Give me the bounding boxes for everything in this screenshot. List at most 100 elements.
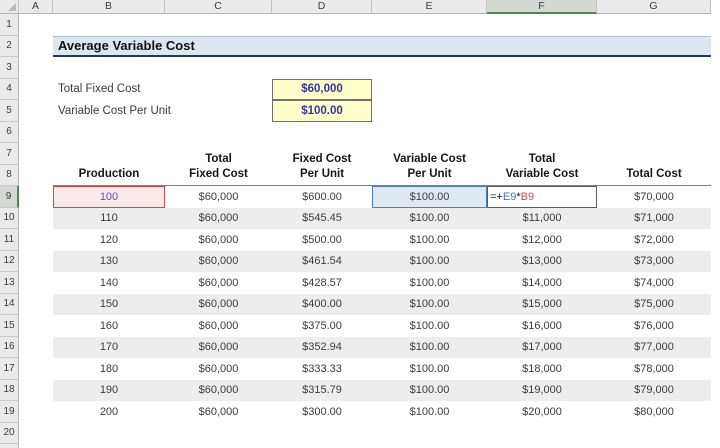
header-total-cost[interactable]: Total Cost xyxy=(597,143,711,185)
cell-C19[interactable]: $60,000 xyxy=(165,401,272,423)
cell-C16[interactable]: $60,000 xyxy=(165,337,272,359)
cell-C12[interactable]: $60,000 xyxy=(165,251,272,273)
cell-C11[interactable]: $60,000 xyxy=(165,229,272,251)
cell-d9[interactable]: $600.00 xyxy=(272,186,372,208)
row-header-5[interactable]: 5 xyxy=(0,100,19,122)
cell-F14[interactable]: $15,000 xyxy=(487,294,597,316)
cell-E13[interactable]: $100.00 xyxy=(372,272,487,294)
cell-E16[interactable]: $100.00 xyxy=(372,337,487,359)
variable-cost-input-cell[interactable]: $100.00 xyxy=(272,100,372,122)
cell-C18[interactable]: $60,000 xyxy=(165,380,272,402)
cell-F18[interactable]: $19,000 xyxy=(487,380,597,402)
cell-G16[interactable]: $77,000 xyxy=(597,337,711,359)
cell-B13[interactable]: 140 xyxy=(53,272,165,294)
cell-B14[interactable]: 150 xyxy=(53,294,165,316)
cell-D19[interactable]: $300.00 xyxy=(272,401,372,423)
column-header-c[interactable]: C xyxy=(165,0,272,14)
cell-G18[interactable]: $79,000 xyxy=(597,380,711,402)
cell-D17[interactable]: $333.33 xyxy=(272,358,372,380)
cell-B11[interactable]: 120 xyxy=(53,229,165,251)
row-header-13[interactable]: 13 xyxy=(0,272,19,294)
column-header-e[interactable]: E xyxy=(372,0,487,14)
cell-F10[interactable]: $11,000 xyxy=(487,208,597,230)
cell-G19[interactable]: $80,000 xyxy=(597,401,711,423)
row-header-20[interactable]: 20 xyxy=(0,422,19,444)
row-header-17[interactable]: 17 xyxy=(0,358,19,380)
row-header-9-selected[interactable]: 9 xyxy=(0,186,19,208)
cell-D13[interactable]: $428.57 xyxy=(272,272,372,294)
cell-G11[interactable]: $72,000 xyxy=(597,229,711,251)
cell-G15[interactable]: $76,000 xyxy=(597,315,711,337)
cell-G13[interactable]: $74,000 xyxy=(597,272,711,294)
row-header-11[interactable]: 11 xyxy=(0,229,19,251)
header-variable-cost-per-unit[interactable]: Variable Cost Per Unit xyxy=(372,143,487,185)
cell-g9[interactable]: $70,000 xyxy=(597,186,711,208)
row-header-15[interactable]: 15 xyxy=(0,315,19,337)
cell-D12[interactable]: $461.54 xyxy=(272,251,372,273)
cell-D18[interactable]: $315.79 xyxy=(272,380,372,402)
cell-F17[interactable]: $18,000 xyxy=(487,358,597,380)
row-header-12[interactable]: 12 xyxy=(0,250,19,272)
variable-cost-label-cell[interactable]: Variable Cost Per Unit xyxy=(58,100,258,122)
cell-F19[interactable]: $20,000 xyxy=(487,401,597,423)
cell-B17[interactable]: 180 xyxy=(53,358,165,380)
cell-D15[interactable]: $375.00 xyxy=(272,315,372,337)
column-header-a[interactable]: A xyxy=(19,0,53,14)
cell-D14[interactable]: $400.00 xyxy=(272,294,372,316)
cell-E11[interactable]: $100.00 xyxy=(372,229,487,251)
cell-B16[interactable]: 170 xyxy=(53,337,165,359)
cell-C10[interactable]: $60,000 xyxy=(165,208,272,230)
cell-G10[interactable]: $71,000 xyxy=(597,208,711,230)
column-header-g[interactable]: G xyxy=(597,0,711,14)
active-formula-cell-f9[interactable]: =+ E9 * B9 xyxy=(487,186,597,208)
cell-C14[interactable]: $60,000 xyxy=(165,294,272,316)
row-header-7[interactable]: 7 xyxy=(0,143,19,165)
cell-C15[interactable]: $60,000 xyxy=(165,315,272,337)
cell-E15[interactable]: $100.00 xyxy=(372,315,487,337)
cell-E14[interactable]: $100.00 xyxy=(372,294,487,316)
row-header-3[interactable]: 3 xyxy=(0,57,19,79)
row-header-18[interactable]: 18 xyxy=(0,379,19,401)
cell-C17[interactable]: $60,000 xyxy=(165,358,272,380)
cell-F16[interactable]: $17,000 xyxy=(487,337,597,359)
row-header-6[interactable]: 6 xyxy=(0,121,19,143)
header-total-variable-cost[interactable]: Total Variable Cost xyxy=(487,143,597,185)
cell-B19[interactable]: 200 xyxy=(53,401,165,423)
cell-E18[interactable]: $100.00 xyxy=(372,380,487,402)
cell-G12[interactable]: $73,000 xyxy=(597,251,711,273)
referenced-cell-e9[interactable]: $100.00 xyxy=(372,186,487,208)
header-total-fixed-cost[interactable]: Total Fixed Cost xyxy=(165,143,272,185)
cell-E19[interactable]: $100.00 xyxy=(372,401,487,423)
cell-c9[interactable]: $60,000 xyxy=(165,186,272,208)
cell-E10[interactable]: $100.00 xyxy=(372,208,487,230)
referenced-cell-b9[interactable]: 100 xyxy=(53,186,165,208)
cell-F11[interactable]: $12,000 xyxy=(487,229,597,251)
row-header-19[interactable]: 19 xyxy=(0,401,19,423)
select-all-button[interactable] xyxy=(0,0,19,14)
row-header-1[interactable]: 1 xyxy=(0,14,19,36)
cell-F12[interactable]: $13,000 xyxy=(487,251,597,273)
row-header-16[interactable]: 16 xyxy=(0,336,19,358)
cell-G17[interactable]: $78,000 xyxy=(597,358,711,380)
header-fixed-cost-per-unit[interactable]: Fixed Cost Per Unit xyxy=(272,143,372,185)
row-header-8[interactable]: 8 xyxy=(0,164,19,186)
cell-B12[interactable]: 130 xyxy=(53,251,165,273)
cell-E12[interactable]: $100.00 xyxy=(372,251,487,273)
cell-E17[interactable]: $100.00 xyxy=(372,358,487,380)
cell-B18[interactable]: 190 xyxy=(53,380,165,402)
cell-G14[interactable]: $75,000 xyxy=(597,294,711,316)
row-header-14[interactable]: 14 xyxy=(0,293,19,315)
cell-B15[interactable]: 160 xyxy=(53,315,165,337)
header-production[interactable]: Production xyxy=(53,143,165,185)
row-header-2[interactable]: 2 xyxy=(0,35,19,57)
fixed-cost-input-cell[interactable]: $60,000 xyxy=(272,78,372,100)
cell-F15[interactable]: $16,000 xyxy=(487,315,597,337)
title-banner-cell[interactable]: Average Variable Cost xyxy=(53,35,711,57)
cell-B10[interactable]: 110 xyxy=(53,208,165,230)
row-header-10[interactable]: 10 xyxy=(0,207,19,229)
cell-D10[interactable]: $545.45 xyxy=(272,208,372,230)
row-header-4[interactable]: 4 xyxy=(0,78,19,100)
column-header-b[interactable]: B xyxy=(53,0,165,14)
cell-D16[interactable]: $352.94 xyxy=(272,337,372,359)
column-header-f-selected[interactable]: F xyxy=(487,0,597,14)
